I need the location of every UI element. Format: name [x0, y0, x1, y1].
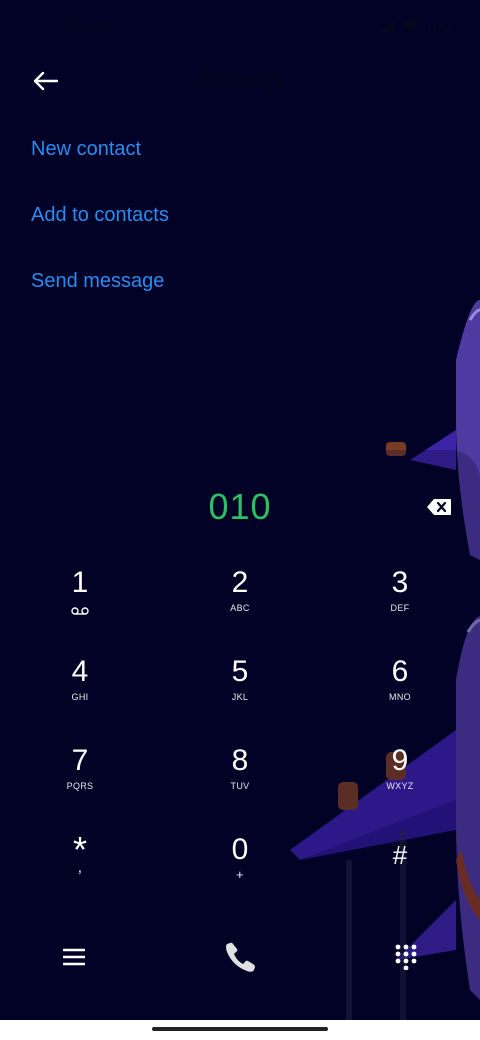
page-title: Recents: [195, 66, 285, 93]
key-letters: GHI: [71, 692, 89, 702]
dialpad-toggle-button[interactable]: [376, 932, 436, 982]
backspace-button[interactable]: [426, 498, 452, 520]
key-letters: ,: [77, 859, 83, 876]
key-letters: ABC: [230, 603, 250, 613]
backspace-icon: [427, 499, 451, 515]
key-star[interactable]: * ,: [20, 832, 140, 911]
number-actions: New contact Add to contacts Send message: [31, 130, 169, 328]
wifi-icon: [401, 20, 418, 32]
dialed-number[interactable]: 010: [0, 486, 480, 528]
key-digit: 4: [71, 655, 89, 688]
status-icons: 100: [379, 18, 450, 35]
battery-level: 100: [424, 17, 450, 35]
home-indicator[interactable]: [152, 1027, 328, 1031]
key-letters: DEF: [390, 603, 410, 613]
menu-icon: [63, 948, 85, 966]
key-digit: #: [392, 840, 408, 870]
key-letters: WXYZ: [386, 781, 414, 791]
key-6[interactable]: 6 MNO: [340, 655, 460, 733]
key-letters: TUV: [230, 781, 250, 791]
menu-button[interactable]: [44, 932, 104, 982]
add-to-contacts-link[interactable]: Add to contacts: [31, 196, 169, 262]
key-3[interactable]: 3 DEF: [340, 566, 460, 644]
key-digit: 6: [391, 655, 409, 688]
key-hash[interactable]: #: [340, 833, 460, 911]
key-digit: 1: [71, 566, 89, 599]
key-0[interactable]: 0 +: [180, 833, 300, 911]
key-7[interactable]: 7 PQRS: [20, 744, 140, 822]
dialer-bottom-bar: [0, 932, 480, 982]
voicemail-icon: [71, 607, 89, 615]
key-letters: +: [236, 867, 244, 882]
key-9[interactable]: 9 WXYZ: [340, 744, 460, 822]
status-time: 7:05 AM: [62, 17, 118, 35]
new-contact-link[interactable]: New contact: [31, 130, 169, 196]
key-2[interactable]: 2 ABC: [180, 566, 300, 644]
key-1[interactable]: 1: [20, 566, 140, 644]
signal-icon: [379, 20, 394, 32]
call-button[interactable]: [210, 932, 270, 982]
phone-icon: [226, 942, 255, 972]
dialpad-icon: [395, 944, 417, 970]
key-digit: 5: [231, 655, 249, 688]
key-digit: 2: [231, 566, 249, 599]
dialer-panel: 010 1 2 ABC 3 DEF 4 GHI 5 JKL 6 MNO 7 PQ…: [0, 450, 480, 1020]
key-letters: JKL: [231, 692, 249, 702]
key-digit: 3: [391, 566, 409, 599]
key-letters: PQRS: [66, 781, 94, 791]
key-digit: 9: [391, 744, 409, 777]
key-8[interactable]: 8 TUV: [180, 744, 300, 822]
key-5[interactable]: 5 JKL: [180, 655, 300, 733]
key-digit: 7: [71, 744, 89, 777]
key-digit: 0: [231, 833, 249, 866]
send-message-link[interactable]: Send message: [31, 262, 169, 328]
key-4[interactable]: 4 GHI: [20, 655, 140, 733]
key-digit: 8: [231, 744, 249, 777]
top-app-bar: Recents: [0, 56, 480, 106]
status-bar: 7:05 AM 100: [0, 0, 480, 52]
key-letters: MNO: [389, 692, 411, 702]
